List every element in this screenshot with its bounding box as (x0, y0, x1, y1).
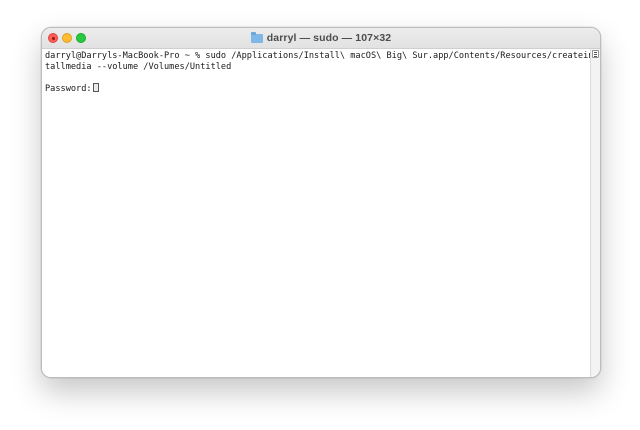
terminal-line-command: darryl@Darryls-MacBook-Pro ~ % sudo /App… (45, 51, 599, 61)
title-bar[interactable]: darryl — sudo — 107×32 (42, 28, 600, 49)
text-cursor (92, 82, 99, 92)
terminal-output[interactable]: darryl@Darryls-MacBook-Pro ~ % sudo /App… (42, 49, 599, 377)
scroll-marker-icon[interactable] (592, 50, 599, 58)
terminal-line-command-wrap: tallmedia --volume /Volumes/Untitled (45, 61, 232, 72)
desktop-background: darryl — sudo — 107×32 darryl@Darryls-Ma… (0, 0, 640, 430)
window-title: darryl — sudo — 107×32 (266, 32, 392, 44)
window-title-group: darryl — sudo — 107×32 (42, 28, 600, 48)
terminal-window: darryl — sudo — 107×32 darryl@Darryls-Ma… (41, 27, 601, 378)
vertical-scrollbar[interactable] (590, 49, 600, 377)
password-prompt: Password: (45, 83, 92, 94)
terminal-line-password: Password: (45, 82, 587, 94)
folder-icon (250, 32, 263, 43)
